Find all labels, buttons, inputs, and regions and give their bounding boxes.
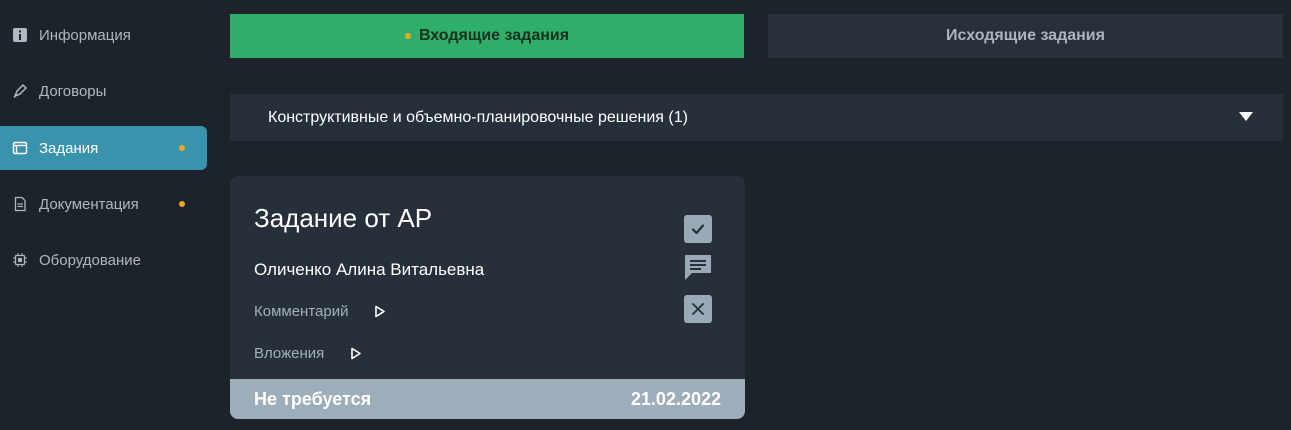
attachments-toggle[interactable]: Вложения bbox=[254, 345, 362, 362]
sidebar-item-label: Информация bbox=[39, 26, 131, 44]
comment-toggle[interactable]: Комментарий bbox=[254, 303, 386, 320]
sidebar-item-documentation[interactable]: Документация bbox=[0, 182, 207, 226]
pen-icon bbox=[12, 83, 28, 99]
reject-button[interactable] bbox=[684, 295, 712, 323]
notification-dot bbox=[179, 201, 185, 207]
tab-outgoing-tasks[interactable]: Исходящие задания bbox=[768, 14, 1283, 58]
sidebar-item-contracts[interactable]: Договоры bbox=[0, 69, 207, 113]
task-date: 21.02.2022 bbox=[630, 388, 721, 409]
chip-icon bbox=[12, 252, 28, 268]
notification-dot bbox=[179, 145, 185, 151]
sidebar-item-label: Документация bbox=[39, 195, 139, 213]
task-card: Задание от АР Оличенко Алина Витальевна … bbox=[230, 176, 745, 419]
tab-label: Входящие задания bbox=[418, 27, 570, 44]
sidebar-item-label: Оборудование bbox=[39, 251, 142, 269]
close-icon bbox=[692, 303, 704, 315]
task-assignee: Оличенко Алина Витальевна bbox=[254, 260, 485, 279]
comment-button[interactable] bbox=[684, 253, 712, 281]
section-accordion[interactable]: Конструктивные и объемно-планировочные р… bbox=[230, 94, 1283, 141]
tab-incoming-tasks[interactable]: Входящие задания bbox=[230, 14, 744, 58]
accordion-title: Конструктивные и объемно-планировочные р… bbox=[268, 108, 688, 126]
sidebar-item-equipment[interactable]: Оборудование bbox=[0, 238, 207, 282]
sidebar-item-tasks[interactable]: Задания bbox=[0, 126, 207, 170]
sidebar: Информация Договоры Задания Документация… bbox=[0, 0, 215, 430]
check-icon bbox=[691, 224, 705, 235]
sidebar-item-label: Задания bbox=[39, 139, 99, 157]
chevron-down-icon[interactable] bbox=[1239, 112, 1253, 122]
play-icon bbox=[375, 305, 386, 318]
status-badge: Не требуется bbox=[254, 388, 372, 409]
info-icon bbox=[12, 27, 28, 43]
tab-label: Исходящие задания bbox=[946, 27, 1105, 44]
sidebar-item-label: Договоры bbox=[39, 82, 107, 100]
notification-dot bbox=[404, 33, 411, 39]
accept-button[interactable] bbox=[684, 215, 712, 243]
play-icon bbox=[351, 347, 362, 360]
attachments-label: Вложения bbox=[254, 345, 325, 362]
card-footer: Не требуется 21.02.2022 bbox=[230, 379, 745, 419]
task-title: Задание от АР bbox=[254, 203, 433, 233]
comment-label: Комментарий bbox=[254, 303, 349, 320]
document-icon bbox=[12, 196, 28, 212]
window-icon bbox=[12, 140, 28, 156]
sidebar-item-info[interactable]: Информация bbox=[0, 13, 207, 57]
comment-icon bbox=[685, 255, 711, 280]
